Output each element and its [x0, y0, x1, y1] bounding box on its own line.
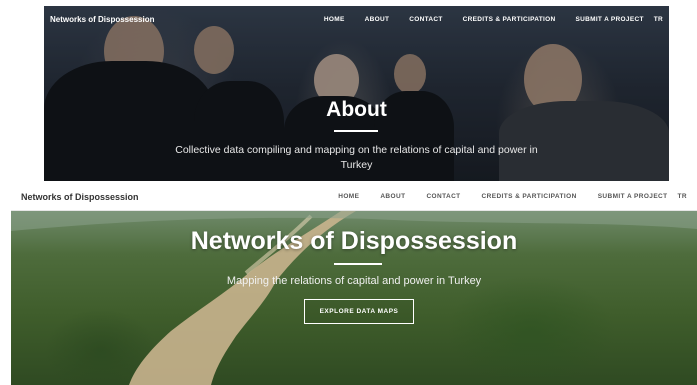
about-hero-divider: [334, 130, 378, 132]
about-page-screenshot: Networks of Dispossession HOME ABOUT CON…: [44, 6, 669, 181]
explore-data-maps-button[interactable]: EXPLORE DATA MAPS: [304, 299, 414, 324]
about-brand-link[interactable]: Networks of Dispossession: [50, 15, 154, 24]
about-nav-home[interactable]: HOME: [324, 16, 345, 23]
about-nav-about[interactable]: ABOUT: [365, 16, 390, 23]
about-nav-submit-project[interactable]: SUBMIT A PROJECT: [575, 16, 643, 23]
about-hero-subtitle: Collective data compiling and mapping on…: [175, 144, 538, 171]
about-hero-title: About: [326, 98, 387, 121]
about-navbar: Networks of Dispossession HOME ABOUT CON…: [44, 6, 669, 32]
home-nav-about[interactable]: ABOUT: [380, 193, 405, 200]
home-navbar: Networks of Dispossession HOME ABOUT CON…: [11, 183, 697, 211]
about-nav-credits[interactable]: CREDITS & PARTICIPATION: [463, 16, 556, 23]
home-hero-subtitle: Mapping the relations of capital and pow…: [226, 275, 482, 287]
home-hero-title: Networks of Dispossession: [190, 227, 518, 255]
home-nav-submit-project[interactable]: SUBMIT A PROJECT: [598, 193, 668, 200]
home-nav-menu: HOME ABOUT CONTACT CREDITS & PARTICIPATI…: [317, 193, 687, 200]
home-nav-contact[interactable]: CONTACT: [426, 193, 460, 200]
about-nav-language-tr[interactable]: TR: [654, 16, 663, 23]
home-nav-home[interactable]: HOME: [338, 193, 359, 200]
home-nav-language-tr[interactable]: TR: [678, 193, 687, 200]
home-brand-link[interactable]: Networks of Dispossession: [21, 192, 139, 202]
home-page-screenshot: Networks of Dispossession HOME ABOUT CON…: [11, 183, 697, 385]
about-nav-menu: HOME ABOUT CONTACT CREDITS & PARTICIPATI…: [304, 16, 663, 23]
about-nav-contact[interactable]: CONTACT: [409, 16, 442, 23]
home-nav-credits[interactable]: CREDITS & PARTICIPATION: [482, 193, 577, 200]
home-hero-divider: [334, 263, 382, 265]
